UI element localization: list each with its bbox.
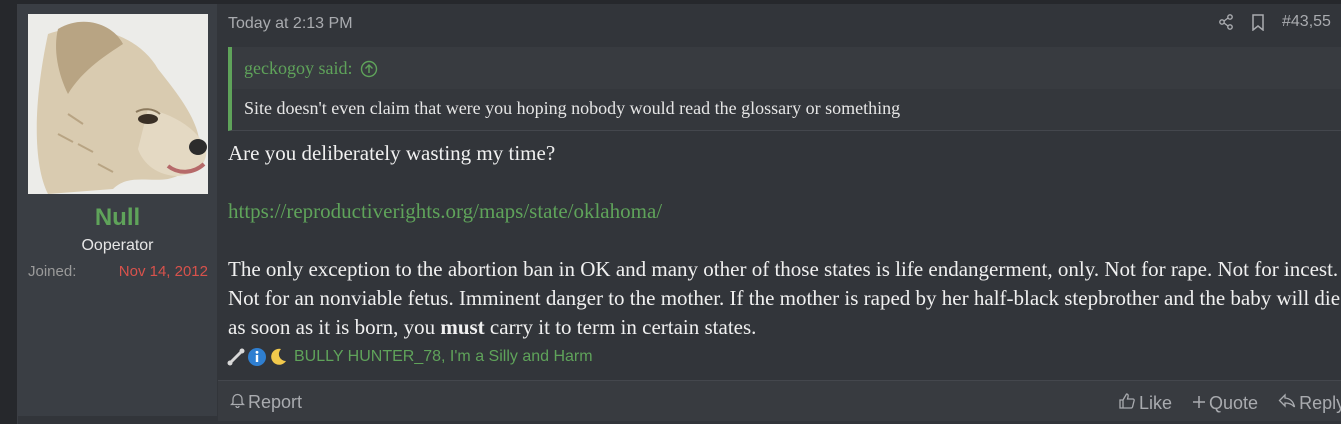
bone-reaction-icon <box>226 347 246 367</box>
body-line-1: Are you deliberately wasting my time? <box>228 141 556 165</box>
like-button[interactable]: Like <box>1118 392 1172 415</box>
quote-button[interactable]: Quote <box>1192 393 1258 414</box>
post-actions: #43,55 <box>1218 13 1331 31</box>
post-main: Today at 2:13 PM #43,55 geckogoy said: S… <box>218 4 1341 421</box>
footer-actions: Like Quote Reply <box>1118 392 1341 415</box>
quote-block: geckogoy said: Site doesn't even claim t… <box>228 47 1341 131</box>
user-info-panel: Null Ooperator Joined: Nov 14, 2012 <box>18 4 217 416</box>
reply-label: Reply <box>1299 393 1341 413</box>
moon-reaction-icon <box>268 347 288 367</box>
report-button[interactable]: Report <box>229 392 303 413</box>
post-body: Are you deliberately wasting my time? ht… <box>228 139 1341 342</box>
info-reaction-icon <box>247 347 267 367</box>
user-title: Ooperator <box>81 237 154 254</box>
body-text-before-bold: The only exception to the abortion ban i… <box>228 257 1341 339</box>
quote-text: Site doesn't even claim that were you ho… <box>244 98 901 118</box>
avatar[interactable] <box>28 14 208 194</box>
arrow-up-circle-icon[interactable] <box>360 60 378 78</box>
report-label: Report <box>248 392 303 412</box>
joined-date: Nov 14, 2012 <box>118 263 208 280</box>
share-icon[interactable] <box>1218 14 1234 30</box>
reactions-bar[interactable]: BULLY HUNTER_78, I'm a Silly and Harm <box>226 347 593 367</box>
username[interactable]: Null <box>18 204 217 232</box>
body-link[interactable]: https://reproductiverights.org/maps/stat… <box>228 199 662 223</box>
body-bold-text: must <box>440 315 485 339</box>
bookmark-icon[interactable] <box>1251 13 1265 31</box>
reply-arrow-icon <box>1278 393 1299 414</box>
plus-icon <box>1192 393 1209 414</box>
body-text-after-bold: carry it to term in certain states. <box>484 315 757 339</box>
like-label: Like <box>1139 393 1173 413</box>
reply-button[interactable]: Reply <box>1278 393 1341 414</box>
quote-header[interactable]: geckogoy said: <box>244 58 378 79</box>
post: Null Ooperator Joined: Nov 14, 2012 Toda… <box>17 4 1341 424</box>
post-timestamp[interactable]: Today at 2:13 PM <box>228 15 353 33</box>
quote-body: Site doesn't even claim that were you ho… <box>232 89 1341 130</box>
body-paragraph: The only exception to the abortion ban i… <box>228 255 1341 342</box>
post-number[interactable]: #43,55 <box>1282 13 1331 31</box>
quote-label: Quote <box>1209 393 1259 413</box>
dog-avatar-illustration <box>28 14 208 194</box>
reaction-names[interactable]: BULLY HUNTER_78, I'm a Silly and Harm <box>294 348 593 366</box>
bell-icon <box>229 392 248 413</box>
thumbs-up-icon <box>1118 392 1139 415</box>
joined-label: Joined: <box>28 263 77 280</box>
quote-author[interactable]: geckogoy said: <box>244 58 352 79</box>
post-footer: Report Like Quote Reply <box>218 380 1341 421</box>
